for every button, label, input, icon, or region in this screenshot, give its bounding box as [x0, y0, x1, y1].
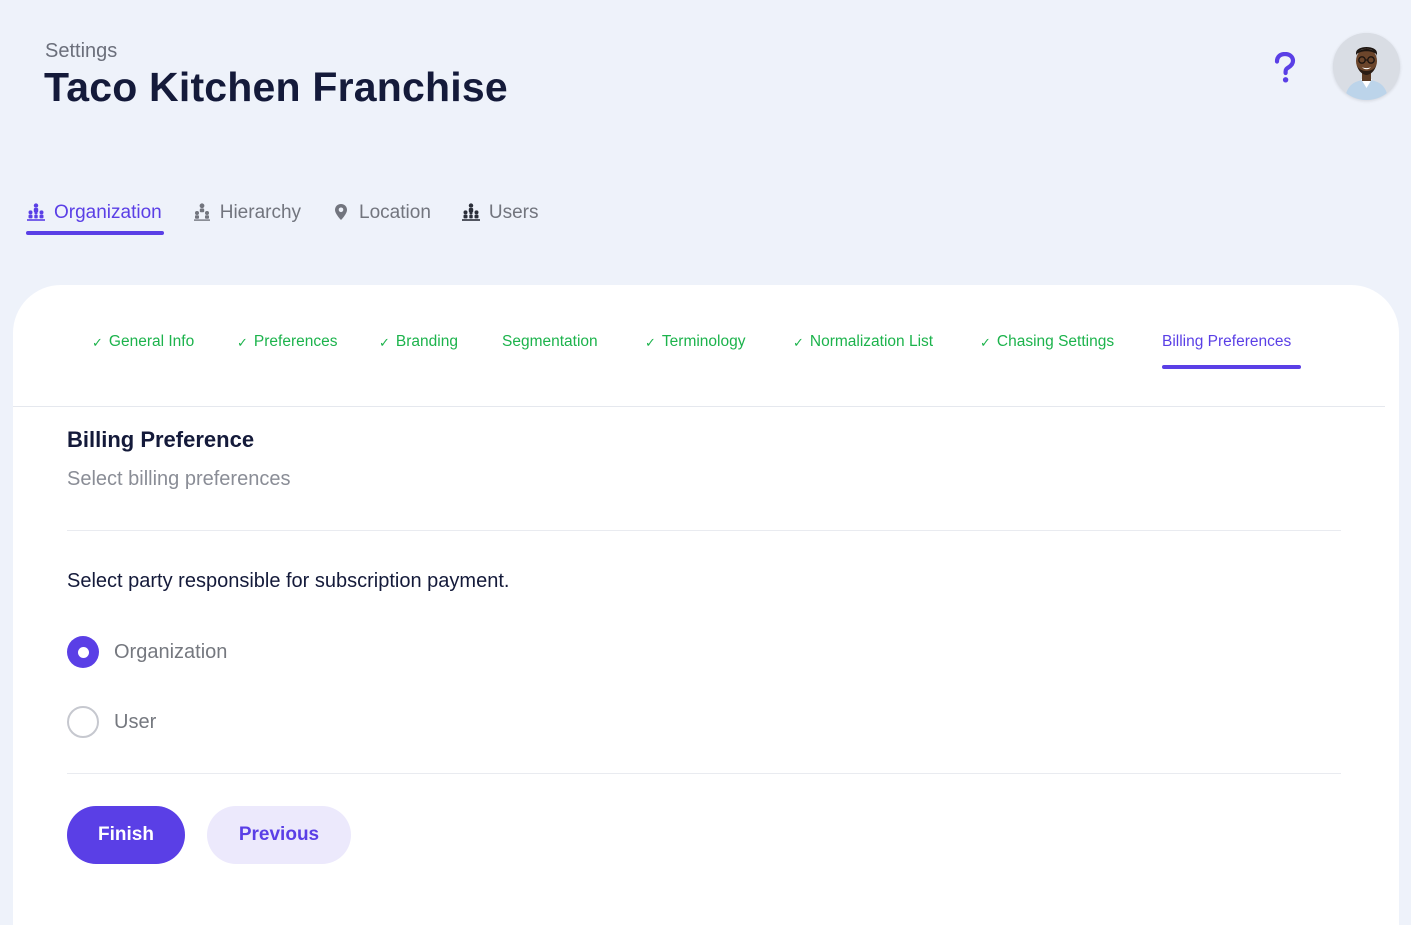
location-pin-icon: [331, 202, 351, 222]
sub-tab-branding[interactable]: ✓ Branding: [379, 333, 458, 351]
section-subtitle: Select billing preferences: [67, 468, 291, 490]
sub-tab-label: Chasing Settings: [996, 333, 1115, 350]
sub-tab-label: Segmentation: [502, 333, 598, 350]
radio-option-organization[interactable]: Organization: [67, 636, 227, 668]
sub-tab-terminology[interactable]: ✓ Terminology: [645, 333, 745, 351]
user-avatar-icon: [1333, 33, 1400, 100]
tab-users[interactable]: Users: [461, 196, 539, 238]
users-icon: [461, 202, 481, 222]
sub-tab-chasing-settings[interactable]: ✓ Chasing Settings: [980, 333, 1114, 351]
sub-tab-segmentation[interactable]: Segmentation: [502, 333, 598, 351]
sub-tab-label: Normalization List: [809, 333, 934, 350]
payment-question: Select party responsible for subscriptio…: [67, 570, 510, 592]
breadcrumb: Settings: [45, 40, 118, 62]
section-title: Billing Preference: [67, 427, 255, 452]
tab-hierarchy[interactable]: Hierarchy: [192, 196, 301, 238]
hierarchy-icon: [192, 202, 212, 222]
previous-button[interactable]: Previous: [207, 806, 351, 864]
radio-option-user[interactable]: User: [67, 706, 156, 738]
radio-label: User: [114, 710, 157, 733]
radio-label: Organization: [114, 640, 228, 663]
divider: [67, 530, 1341, 531]
check-icon: ✓: [645, 334, 656, 350]
sub-tab-label: Branding: [395, 333, 458, 350]
divider: [67, 773, 1341, 774]
radio-button[interactable]: [67, 706, 99, 738]
organization-icon: [26, 202, 46, 222]
tab-label: Location: [359, 202, 431, 223]
sub-tab-billing-preferences[interactable]: Billing Preferences: [1162, 333, 1291, 351]
sub-tabs: ✓ General Info ✓ Preferences ✓ Branding …: [13, 285, 1385, 407]
help-button[interactable]: [1268, 47, 1302, 89]
main-tabs: Organization Hierarchy Location Users: [26, 196, 569, 238]
sub-tab-preferences[interactable]: ✓ Preferences: [237, 333, 337, 351]
check-icon: ✓: [92, 334, 103, 350]
sub-tab-label: Terminology: [661, 333, 746, 350]
avatar[interactable]: [1333, 33, 1400, 100]
active-sub-tab-indicator: [1162, 365, 1301, 369]
radio-dot: [77, 646, 89, 658]
tab-label: Users: [488, 202, 539, 223]
question-mark-icon: [1274, 52, 1296, 83]
finish-button[interactable]: Finish: [67, 806, 185, 864]
sub-tab-label: General Info: [108, 333, 195, 350]
tab-label: Organization: [54, 202, 162, 223]
check-icon: ✓: [793, 334, 804, 350]
radio-button-checked[interactable]: [67, 636, 99, 668]
check-icon: ✓: [379, 334, 390, 350]
check-icon: ✓: [237, 334, 248, 350]
tab-location[interactable]: Location: [331, 196, 431, 238]
check-icon: ✓: [980, 334, 991, 350]
page-title: Taco Kitchen Franchise: [44, 64, 508, 110]
tab-label: Hierarchy: [219, 202, 302, 223]
sub-tab-normalization-list[interactable]: ✓ Normalization List: [793, 333, 933, 351]
settings-card: ✓ General Info ✓ Preferences ✓ Branding …: [13, 285, 1399, 925]
sub-tab-label: Preferences: [253, 333, 338, 350]
sub-tab-label: Billing Preferences: [1162, 333, 1292, 350]
tab-organization[interactable]: Organization: [26, 196, 164, 238]
sub-tab-general-info[interactable]: ✓ General Info: [92, 333, 194, 351]
